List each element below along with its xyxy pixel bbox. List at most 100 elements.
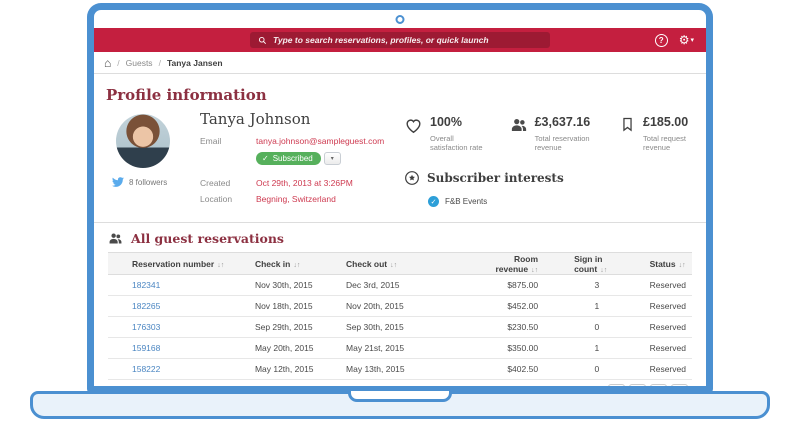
checkbox-checked-icon[interactable]: ✓ [428,196,439,207]
reservation-link[interactable]: 176303 [132,322,160,332]
status-cell: Reserved [640,359,692,380]
breadcrumb-separator: / [159,58,161,68]
status-cell: Reserved [640,338,692,359]
twitter-followers: 8 followers [112,176,167,188]
location-row: Location Begning, Switzerland [200,194,336,204]
location-value[interactable]: Begning, Switzerland [256,194,336,204]
reservation-link[interactable]: 182265 [132,301,160,311]
reservations-table: Reservation number↓↑ Check in↓↑ Check ou… [108,252,692,380]
table-row: 182265 Nov 18th, 2015 Nov 20th, 2015 $45… [108,296,692,317]
bookmark-icon [619,116,636,152]
heart-icon [404,116,423,152]
breadcrumb-guests[interactable]: Guests [126,58,153,68]
col-reservation-number[interactable]: Reservation number↓↑ [108,253,245,275]
check-in-cell: May 20th, 2015 [245,338,336,359]
revenue-cell: $350.00 [462,338,564,359]
table-row: 158222 May 12th, 2015 May 13th, 2015 $40… [108,359,692,380]
revenue-cell: $875.00 [462,275,564,296]
settings-menu[interactable]: ⚙ ▾ [679,34,694,46]
users-icon [510,116,528,152]
chevron-down-icon: ▾ [690,36,694,44]
search-input[interactable] [273,35,542,45]
users-icon [108,231,123,246]
created-value[interactable]: Oct 29th, 2013 at 3:26PM [256,178,353,188]
interest-checkbox-row[interactable]: ✓ F&B Events [428,196,564,207]
col-check-in[interactable]: Check in↓↑ [245,253,336,275]
subscriber-interests: Subscriber interests ✓ F&B Events [404,170,564,207]
interest-label: F&B Events [445,197,487,206]
reservations-title: All guest reservations [108,231,696,246]
gear-icon: ⚙ [679,34,690,46]
breadcrumb: ⌂ / Guests / Tanya Jansen [94,52,706,74]
sign-in-cell: 1 [564,338,640,359]
page-title: Profile information [106,86,696,104]
stat-caption: Total reservation revenue [535,134,597,152]
col-status[interactable]: Status↓↑ [640,253,692,275]
twitter-icon [112,176,124,188]
sort-icon[interactable]: ↓↑ [531,267,538,274]
sort-icon[interactable]: ↓↑ [679,262,686,269]
subscribed-badge[interactable]: ✓ Subscribed [256,152,321,165]
subscription-dropdown-button[interactable]: ▾ [324,152,341,165]
subscription-controls: ✓ Subscribed ▾ [256,152,341,165]
check-out-cell: May 21st, 2015 [336,338,462,359]
table-row: 182341 Nov 30th, 2015 Dec 3rd, 2015 $875… [108,275,692,296]
laptop-screen: ? ⚙ ▾ ⌂ / Guests / Tanya Jansen Profile … [87,3,713,393]
revenue-cell: $402.50 [462,359,564,380]
check-icon: ✓ [262,154,269,163]
top-navigation-bar: ? ⚙ ▾ [94,28,706,52]
sort-icon[interactable]: ↓↑ [600,267,607,274]
check-in-cell: Nov 18th, 2015 [245,296,336,317]
col-check-out[interactable]: Check out↓↑ [336,253,462,275]
check-out-cell: Nov 20th, 2015 [336,296,462,317]
section-divider [94,222,706,223]
home-icon[interactable]: ⌂ [104,57,111,69]
stat-value: £3,637.16 [535,116,597,130]
col-sign-in-count[interactable]: Sign in count↓↑ [564,253,640,275]
sign-in-cell: 3 [564,275,640,296]
reservation-link[interactable]: 158222 [132,364,160,374]
check-in-cell: May 12th, 2015 [245,359,336,380]
followers-count: 8 followers [129,178,167,187]
stat-value: 100% [430,116,488,130]
sort-icon[interactable]: ↓↑ [390,262,397,269]
avatar [116,114,170,168]
revenue-cell: $230.50 [462,317,564,338]
sign-in-cell: 0 [564,317,640,338]
interests-icon [404,170,420,186]
col-room-revenue[interactable]: Room revenue↓↑ [462,253,564,275]
laptop-notch [348,391,452,402]
help-icon[interactable]: ? [655,34,668,47]
sort-icon[interactable]: ↓↑ [217,262,224,269]
sign-in-cell: 0 [564,359,640,380]
check-out-cell: Sep 30th, 2015 [336,317,462,338]
stat-caption: Total request revenue [643,134,696,152]
revenue-cell: $452.00 [462,296,564,317]
topbar-actions: ? ⚙ ▾ [655,28,694,52]
laptop-mockup: ? ⚙ ▾ ⌂ / Guests / Tanya Jansen Profile … [0,0,800,423]
profile-stats: 100% Overall satisfaction rate £3,637.16… [404,116,696,152]
search-box[interactable] [250,32,550,48]
sign-in-cell: 1 [564,296,640,317]
guest-name: Tanya Johnson [200,110,310,128]
email-link[interactable]: tanya.johnson@sampleguest.com [256,136,384,146]
stat-caption: Overall satisfaction rate [430,134,488,152]
reservation-link[interactable]: 182341 [132,280,160,290]
stat-satisfaction: 100% Overall satisfaction rate [404,116,488,152]
breadcrumb-separator: / [117,58,119,68]
check-out-cell: Dec 3rd, 2015 [336,275,462,296]
reservation-link[interactable]: 159168 [132,343,160,353]
breadcrumb-current: Tanya Jansen [167,58,223,68]
email-row: Email tanya.johnson@sampleguest.com [200,136,384,146]
sort-icon[interactable]: ↓↑ [293,262,300,269]
created-row: Created Oct 29th, 2013 at 3:26PM [200,178,353,188]
interests-title: Subscriber interests [427,171,564,185]
laptop-base [30,391,770,419]
profile-section: 8 followers Tanya Johnson Email tanya.jo… [104,110,696,222]
check-in-cell: Sep 29th, 2015 [245,317,336,338]
check-in-cell: Nov 30th, 2015 [245,275,336,296]
table-row: 159168 May 20th, 2015 May 21st, 2015 $35… [108,338,692,359]
search-icon [258,36,267,45]
stat-reservation-revenue: £3,637.16 Total reservation revenue [510,116,597,152]
main-content: Profile information 8 followers Tanya Jo… [94,86,706,393]
